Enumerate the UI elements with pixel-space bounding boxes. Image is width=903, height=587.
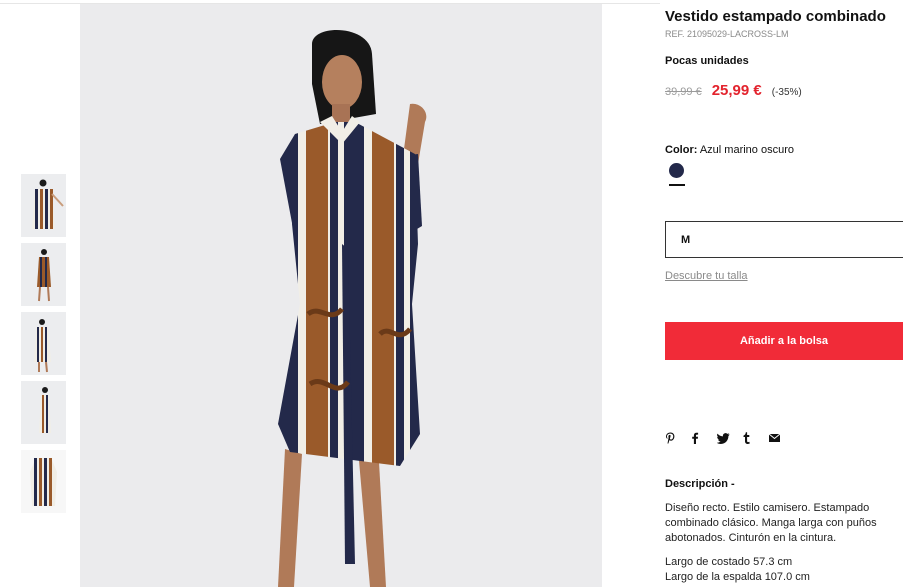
color-label: Color: (665, 144, 698, 156)
thumbnail-image (21, 450, 66, 513)
price-row: 39,99 € 25,99 € (-35%) (665, 82, 802, 99)
sale-price: 25,99 € (711, 82, 762, 99)
email-icon[interactable] (769, 434, 781, 442)
selected-swatch-indicator (669, 184, 685, 186)
thumbnail-3[interactable] (21, 312, 66, 375)
share-icons (665, 432, 781, 444)
thumbnail-1[interactable] (21, 174, 66, 237)
add-to-bag-label: Añadir a la bolsa (739, 335, 829, 347)
product-info-panel: Vestido estampado combinado REF. 2109502… (665, 0, 903, 587)
product-reference: REF. 21095029-LACROSS-LM (665, 29, 789, 39)
pinterest-icon[interactable] (665, 432, 677, 444)
thumbnail-2[interactable] (21, 243, 66, 306)
original-price: 39,99 € (665, 86, 702, 98)
stock-status: Pocas unidades (665, 55, 749, 67)
add-to-bag-button[interactable]: Añadir a la bolsa (665, 322, 903, 360)
thumbnail-image (21, 312, 66, 375)
thumbnail-list (21, 174, 66, 519)
description-text: Diseño recto. Estilo camisero. Estampado… (665, 502, 877, 544)
product-title: Vestido estampado combinado (665, 8, 886, 25)
twitter-icon[interactable] (717, 432, 730, 444)
facebook-icon[interactable] (691, 432, 703, 444)
discount-badge: (-35%) (771, 87, 802, 98)
measurement-back-length: Largo de la espalda 107.0 cm (665, 571, 810, 583)
thumbnail-image (21, 174, 66, 237)
tumblr-icon[interactable] (743, 432, 755, 444)
description-title: Descripción - (665, 478, 735, 490)
color-swatch-navy[interactable] (669, 163, 684, 178)
thumbnail-5[interactable] (21, 450, 66, 513)
size-guide-link[interactable]: Descubre tu talla (665, 270, 748, 282)
color-row: Color: Azul marino oscuro (665, 144, 794, 156)
model-dress-photo (80, 4, 602, 587)
main-product-image[interactable] (80, 4, 602, 587)
size-select[interactable]: M (665, 221, 903, 258)
measurement-side-length: Largo de costado 57.3 cm (665, 556, 793, 568)
thumbnail-image (21, 243, 66, 306)
size-value: M (681, 233, 691, 246)
thumbnail-4[interactable] (21, 381, 66, 444)
color-value: Azul marino oscuro (699, 144, 794, 156)
thumbnail-image (21, 381, 66, 444)
